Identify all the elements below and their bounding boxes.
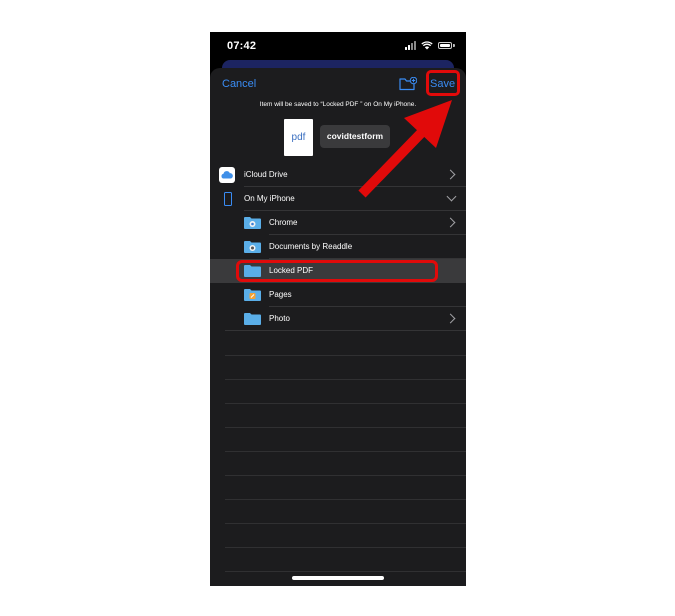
document-thumbnail: pdf	[284, 119, 313, 156]
save-destination-info: Item will be saved to “Locked PDF ” on O…	[259, 101, 417, 108]
document-thumbnail-label: pdf	[291, 132, 306, 143]
location-list: iCloud Drive On My iPhone Chrome Documen…	[210, 163, 466, 583]
iphone-icon	[224, 192, 232, 206]
chevron-right-icon	[445, 313, 456, 324]
save-sheet: Cancel Save Item will be saved to “Locke…	[210, 68, 466, 586]
folder-icon	[244, 313, 261, 325]
phone-screen: 07:42 Cancel Save Item will be saved to …	[210, 32, 466, 586]
cancel-button[interactable]: Cancel	[222, 78, 256, 90]
wifi-icon	[421, 41, 433, 50]
save-highlight-box	[426, 70, 460, 96]
folder-item-label: Documents by Readdle	[269, 242, 353, 251]
filename-field[interactable]: covidtestform	[320, 125, 390, 148]
folder-item-label: Photo	[269, 314, 290, 323]
folder-item-pages[interactable]: Pages	[210, 283, 466, 307]
status-time: 07:42	[227, 40, 257, 52]
folder-item-label: Pages	[269, 290, 292, 299]
folder-item-documents-by-readdle[interactable]: Documents by Readdle	[210, 235, 466, 259]
location-item-label: On My iPhone	[244, 194, 295, 203]
chevron-right-icon	[445, 169, 456, 180]
home-indicator	[292, 576, 384, 580]
location-item-label: iCloud Drive	[244, 170, 288, 179]
folder-item-chrome[interactable]: Chrome	[210, 211, 466, 235]
chevron-down-icon	[446, 191, 457, 202]
readdle-folder-icon	[244, 241, 261, 253]
cloud-icon	[219, 167, 235, 183]
folder-item-locked-pdf[interactable]: Locked PDF	[210, 259, 466, 283]
location-item-on-my-iphone[interactable]: On My iPhone	[210, 187, 466, 211]
cellular-signal-icon	[405, 41, 417, 50]
pages-folder-icon	[244, 289, 261, 301]
battery-icon	[436, 41, 455, 50]
chevron-right-icon	[445, 217, 456, 228]
location-item-icloud-drive[interactable]: iCloud Drive	[210, 163, 466, 187]
folder-item-label: Chrome	[269, 218, 298, 227]
status-bar: 07:42	[210, 32, 466, 60]
status-icons	[405, 41, 455, 51]
selected-folder-highlight-box	[236, 260, 438, 282]
new-folder-icon[interactable]	[399, 77, 417, 91]
chrome-folder-icon	[244, 217, 261, 229]
folder-item-photo[interactable]: Photo	[210, 307, 466, 331]
